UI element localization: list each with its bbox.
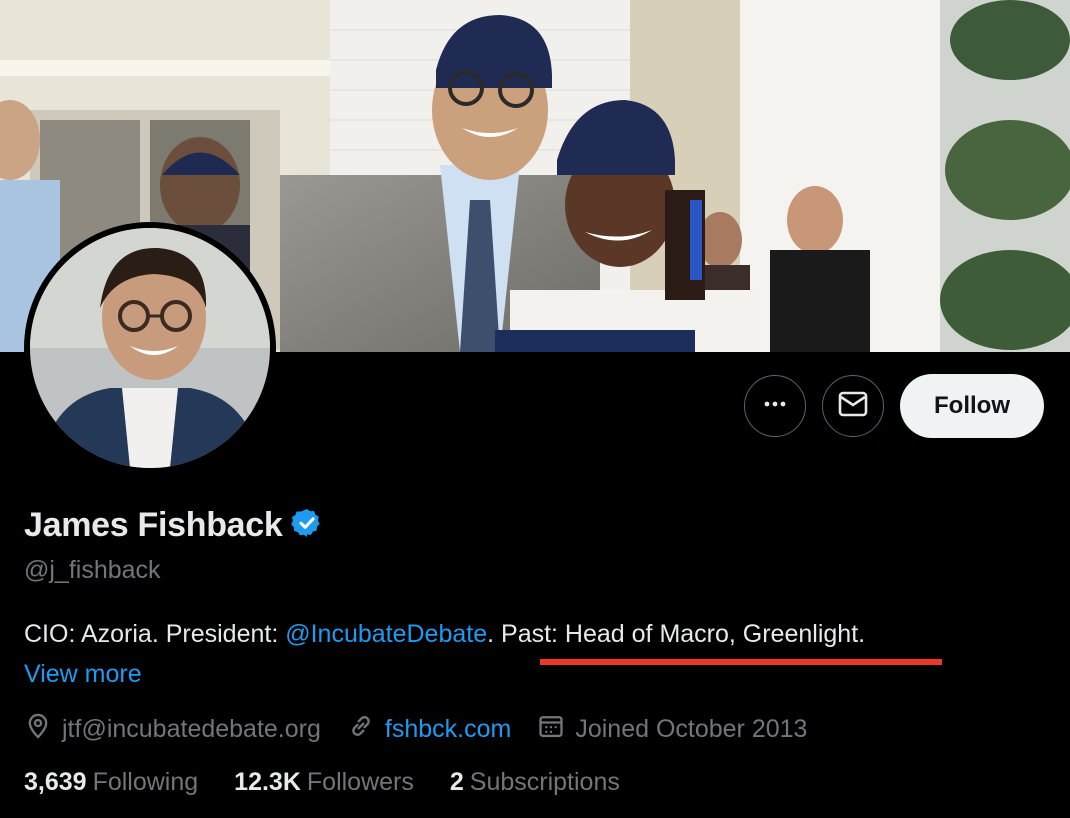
verified-badge-icon[interactable] (290, 507, 323, 544)
following-label: Following (92, 768, 199, 796)
website-link[interactable]: fshbck.com (385, 715, 511, 744)
profile-handle: @j_fishback (24, 556, 161, 584)
follow-button[interactable]: Follow (900, 374, 1044, 438)
profile-bio: CIO: Azoria. President: @IncubateDebate.… (24, 620, 865, 649)
location-text: jtf@incubatedebate.org (62, 715, 321, 743)
highlight-underline (540, 659, 942, 665)
avatar-photo (30, 228, 270, 468)
followers-label: Followers (306, 768, 414, 796)
bio-text-suffix: . Past: Head of Macro, Greenlight. (487, 620, 866, 648)
subscriptions-stat[interactable]: 2 Subscriptions (450, 768, 620, 797)
subscriptions-label: Subscriptions (469, 768, 620, 796)
followers-count: 12.3K (234, 768, 301, 796)
following-stat[interactable]: 3,639 Following (24, 768, 198, 797)
bio-mention-link[interactable]: @IncubateDebate (285, 620, 487, 648)
profile-stats: 3,639 Following 12.3K Followers 2 Subscript… (24, 768, 656, 797)
profile-actions: Follow (744, 374, 1044, 438)
following-count: 3,639 (24, 768, 87, 796)
joined-text: Joined October 2013 (575, 715, 808, 743)
website-item: fshbck.com (347, 712, 511, 747)
profile-name-row: James Fishback (24, 506, 323, 545)
location-item: jtf@incubatedebate.org (24, 712, 321, 747)
view-more-link[interactable]: View more (24, 660, 142, 689)
calendar-icon (537, 712, 575, 747)
profile-name: James Fishback (24, 506, 283, 544)
location-pin-icon (24, 712, 62, 747)
link-icon (347, 712, 385, 747)
message-button[interactable] (822, 375, 884, 437)
followers-stat[interactable]: 12.3K Followers (234, 768, 414, 797)
profile-meta: jtf@incubatedebate.org fshbck.com Joined… (24, 712, 833, 747)
bio-text-prefix: CIO: Azoria. President: (24, 620, 286, 648)
more-button[interactable] (744, 375, 806, 437)
envelope-icon (838, 391, 868, 422)
profile-avatar[interactable] (24, 222, 276, 474)
subscriptions-count: 2 (449, 768, 464, 796)
joined-item: Joined October 2013 (537, 712, 807, 747)
more-dots-icon (763, 392, 787, 421)
